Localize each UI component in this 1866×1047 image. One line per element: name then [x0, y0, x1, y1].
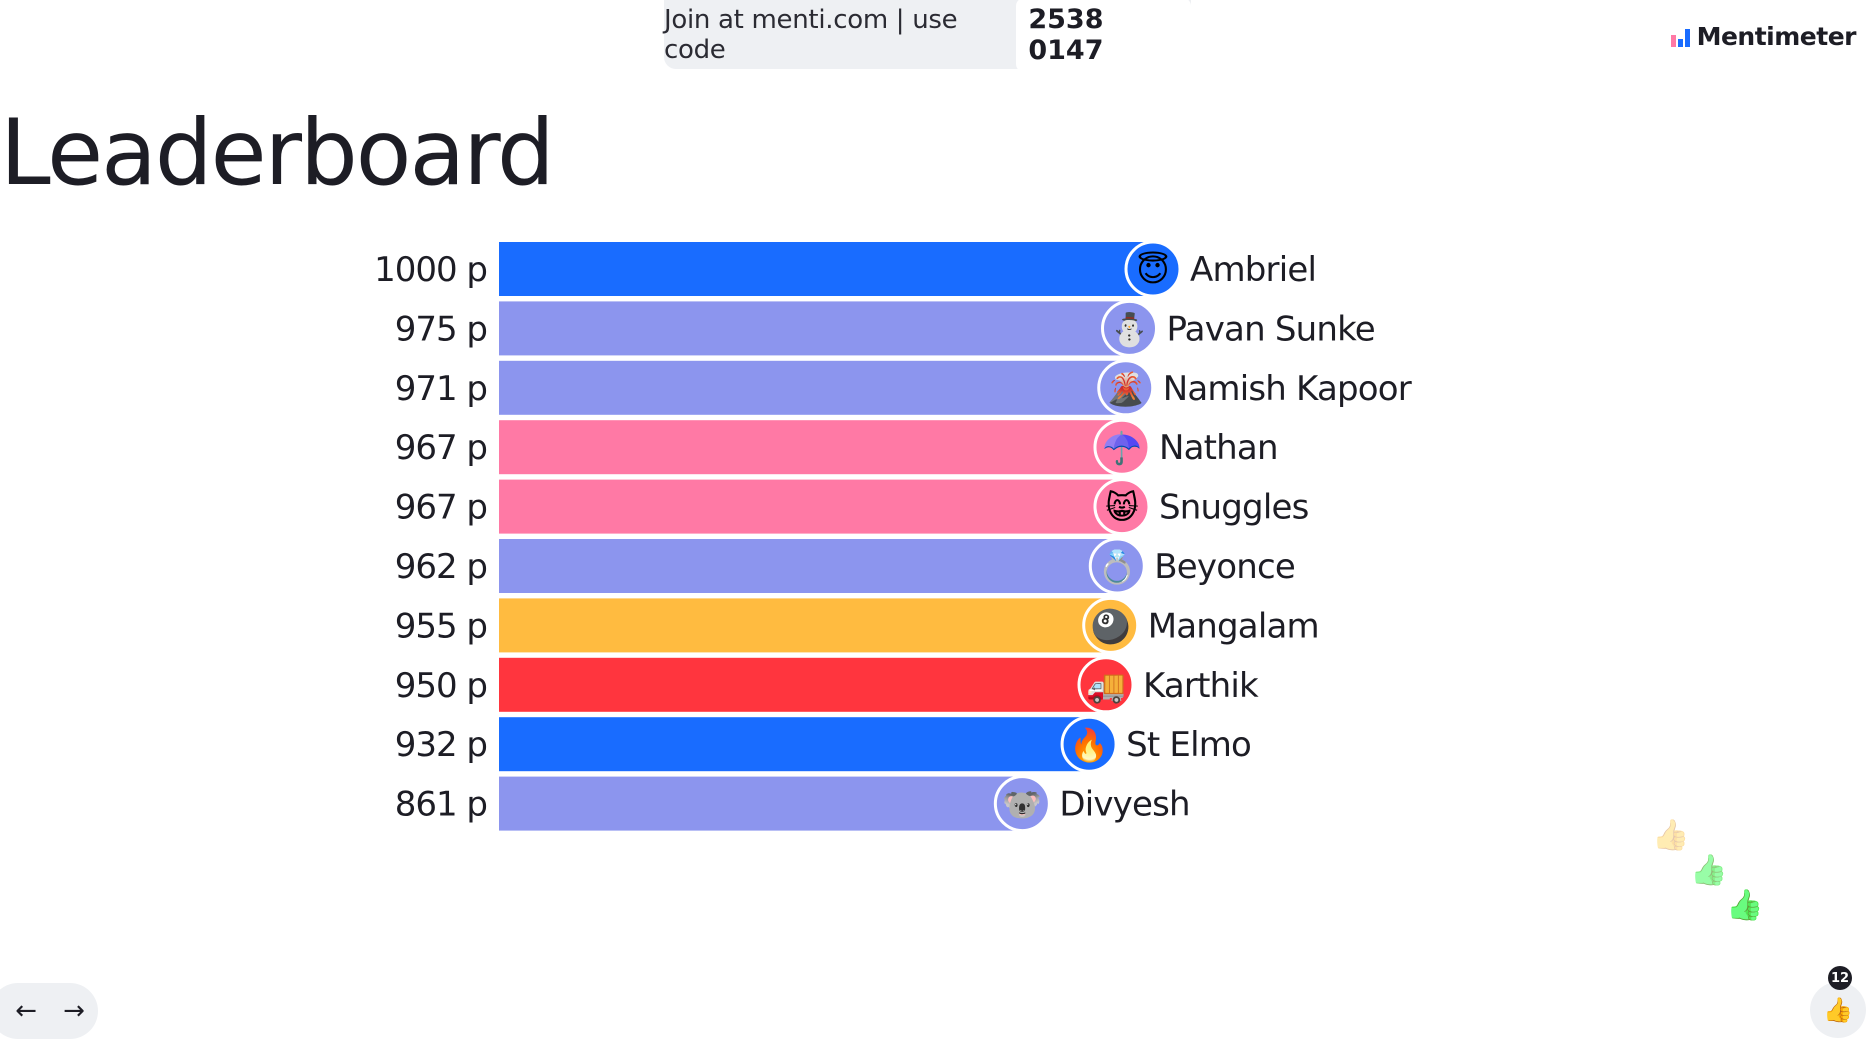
participant-name: Mangalam	[1148, 606, 1319, 646]
participant-name: Nathan	[1159, 428, 1278, 468]
slide-navigation: ← →	[0, 983, 98, 1039]
leaderboard-bar	[499, 598, 1111, 653]
score-label: 967 p	[395, 488, 487, 528]
koala-icon: 🐨	[1002, 786, 1042, 824]
participant-name: Ambriel	[1190, 250, 1316, 290]
participant-name: Karthik	[1143, 666, 1259, 706]
leaderboard-bar	[499, 717, 1090, 772]
volcano-icon: 🌋	[1106, 370, 1146, 408]
score-label: 962 p	[395, 547, 487, 587]
like-reaction-widget: 👍 12	[1810, 966, 1866, 1038]
fire-icon: 🔥	[1069, 726, 1109, 764]
score-label: 975 p	[395, 309, 487, 349]
snowman-icon: ⛄	[1110, 310, 1150, 348]
grinning-cat-icon: 😸	[1105, 489, 1138, 527]
ring-icon: 💍	[1097, 548, 1137, 586]
leaderboard-bar	[499, 420, 1122, 475]
truck-icon: 🚚	[1086, 667, 1126, 705]
participant-name: Pavan Sunke	[1167, 309, 1375, 349]
thumbs-up-icon: 👍	[1652, 818, 1690, 853]
leaderboard-bar	[499, 776, 1023, 831]
score-label: 955 p	[395, 606, 487, 646]
participant-name: Divyesh	[1059, 785, 1189, 825]
leaderboard-bar	[499, 242, 1153, 296]
like-count-badge: 12	[1828, 966, 1852, 990]
leaderboard-chart: 1000 p 😇 Ambriel 975 p ⛄ Pavan Sunke 971 p 🌋 Nam…	[374, 240, 1413, 833]
angel-face-icon: 😇	[1136, 251, 1169, 289]
floating-reactions: 👍 👍 👍	[1640, 818, 1780, 938]
participant-name: Snuggles	[1159, 488, 1309, 528]
umbrella-icon: ☂️	[1102, 429, 1142, 467]
next-slide-button[interactable]: →	[56, 996, 92, 1026]
leaderboard-bar	[499, 301, 1130, 356]
thumbs-up-icon: 👍	[1726, 888, 1764, 923]
previous-slide-button[interactable]: ←	[8, 996, 44, 1026]
participant-name: Namish Kapoor	[1163, 369, 1412, 409]
eight-ball-icon: 🎱	[1091, 606, 1131, 645]
thumbs-up-icon: 👍	[1823, 996, 1853, 1024]
like-button[interactable]: 👍	[1810, 982, 1866, 1038]
score-label: 967 p	[395, 428, 487, 468]
score-label: 950 p	[395, 666, 487, 706]
score-label: 861 p	[395, 785, 487, 825]
score-label: 971 p	[395, 369, 487, 409]
participant-name: St Elmo	[1126, 725, 1251, 765]
thumbs-up-icon: 👍	[1690, 853, 1728, 888]
participant-name: Beyonce	[1154, 547, 1295, 587]
leaderboard-bar	[499, 360, 1126, 415]
presentation-stage: Join at menti.com | use code 2538 0147 M…	[0, 0, 1866, 1047]
leaderboard-bar	[499, 479, 1122, 534]
score-label: 1000 p	[374, 250, 487, 290]
leaderboard-bar	[499, 539, 1118, 593]
score-label: 932 p	[395, 725, 487, 765]
leaderboard-bar	[499, 657, 1106, 712]
